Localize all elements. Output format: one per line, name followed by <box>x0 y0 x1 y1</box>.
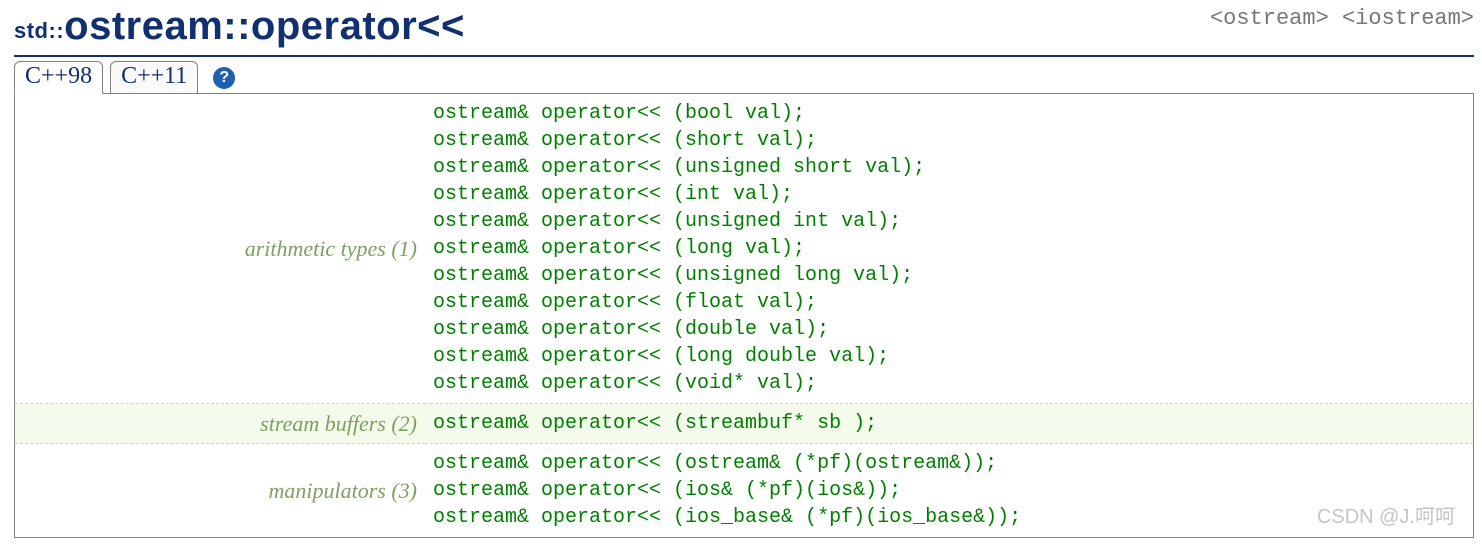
signatures-table: arithmetic types (1)ostream& operator<< … <box>15 94 1473 537</box>
title-main: ostream::operator<< <box>64 4 465 48</box>
section-code: ostream& operator<< (bool val); ostream&… <box>425 94 1473 404</box>
section-code: ostream& operator<< (streambuf* sb ); <box>425 404 1473 444</box>
signatures-panel: arithmetic types (1)ostream& operator<< … <box>14 93 1474 538</box>
header-divider <box>14 55 1474 57</box>
page-title: std::ostream::operator<< <box>14 4 465 55</box>
section-label: manipulators (3) <box>15 444 425 538</box>
section-code: ostream& operator<< (ostream& (*pf)(ostr… <box>425 444 1473 538</box>
table-row: arithmetic types (1)ostream& operator<< … <box>15 94 1473 404</box>
table-row: stream buffers (2)ostream& operator<< (s… <box>15 404 1473 444</box>
table-row: manipulators (3)ostream& operator<< (ost… <box>15 444 1473 538</box>
title-namespace: std:: <box>14 18 64 43</box>
help-icon[interactable]: ? <box>213 67 235 89</box>
tab-cpp11[interactable]: C++11 <box>110 61 198 94</box>
header-file-tags: <ostream> <iostream> <box>1210 4 1474 31</box>
section-label: stream buffers (2) <box>15 404 425 444</box>
tab-cpp98[interactable]: C++98 <box>14 61 103 94</box>
version-tabs: C++98 C++11 ? <box>14 61 1474 94</box>
section-label: arithmetic types (1) <box>15 94 425 404</box>
